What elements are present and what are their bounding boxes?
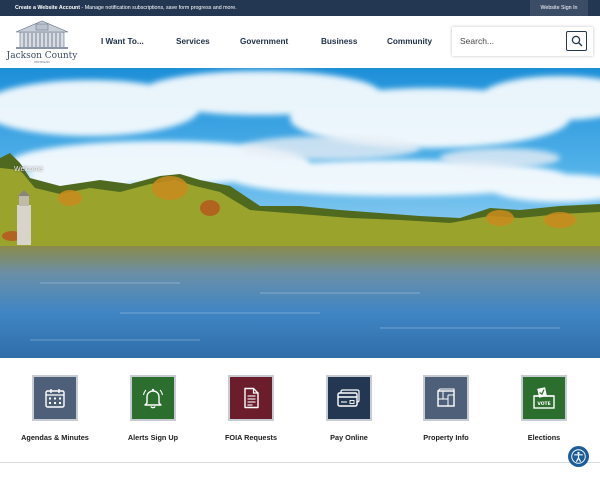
quick-link-foia-requests[interactable]: FOIA Requests bbox=[206, 375, 296, 442]
quick-link-tile bbox=[326, 375, 372, 421]
search-icon bbox=[571, 35, 582, 47]
quick-link-label: Alerts Sign Up bbox=[127, 433, 179, 442]
quick-link-tile bbox=[130, 375, 176, 421]
hero-banner: Welcome bbox=[0, 68, 600, 358]
county-logo[interactable]: Jackson County MICHIGAN bbox=[6, 18, 78, 64]
river-landscape-image bbox=[0, 68, 600, 358]
nav-government[interactable]: Government bbox=[240, 37, 288, 46]
site-header: Jackson County MICHIGAN I Want To... Ser… bbox=[0, 16, 600, 69]
quick-link-tile bbox=[228, 375, 274, 421]
quick-link-label: Agendas & Minutes bbox=[21, 433, 89, 442]
quick-links-bar: Agendas & Minutes Alerts Sign Up FOIA Re… bbox=[0, 358, 600, 463]
quick-link-tile bbox=[32, 375, 78, 421]
search-button[interactable] bbox=[566, 31, 587, 51]
quick-link-property-info[interactable]: Property Info bbox=[401, 375, 491, 442]
calendar-icon bbox=[45, 389, 65, 408]
nav-i-want-to[interactable]: I Want To... bbox=[101, 37, 144, 46]
top-utility-bar: Create a Website Account - Manage notifi… bbox=[0, 0, 600, 16]
create-account-link[interactable]: Create a Website Account bbox=[15, 5, 80, 11]
quick-link-tile bbox=[423, 375, 469, 421]
quick-link-label: FOIA Requests bbox=[224, 433, 278, 442]
nav-services[interactable]: Services bbox=[176, 37, 210, 46]
welcome-caption: Welcome bbox=[14, 166, 44, 173]
account-notice-text: - Manage notification subscriptions, sav… bbox=[80, 5, 237, 11]
document-icon bbox=[244, 387, 259, 409]
quick-link-elections[interactable]: VOTE Elections bbox=[499, 375, 589, 442]
svg-text:VOTE: VOTE bbox=[537, 401, 550, 407]
quick-link-label: Property Info bbox=[423, 433, 469, 442]
account-notice[interactable]: Create a Website Account - Manage notifi… bbox=[15, 5, 237, 11]
website-sign-in-button[interactable]: Website Sign In bbox=[530, 0, 588, 16]
quick-link-agendas-minutes[interactable]: Agendas & Minutes bbox=[10, 375, 100, 442]
ballot-box-icon: VOTE bbox=[533, 387, 555, 409]
courthouse-logo-icon: Jackson County MICHIGAN bbox=[6, 20, 78, 64]
quick-link-alerts-sign-up[interactable]: Alerts Sign Up bbox=[108, 375, 198, 442]
quick-link-pay-online[interactable]: Pay Online bbox=[304, 375, 394, 442]
search-input[interactable] bbox=[460, 33, 560, 49]
quick-link-tile: VOTE bbox=[521, 375, 567, 421]
map-icon bbox=[437, 388, 455, 407]
bell-icon bbox=[143, 388, 163, 409]
logo-tagline: MICHIGAN bbox=[34, 60, 49, 64]
nav-community[interactable]: Community bbox=[387, 37, 432, 46]
quick-link-label: Pay Online bbox=[330, 433, 368, 442]
accessibility-icon bbox=[571, 449, 586, 464]
quick-link-label: Elections bbox=[527, 433, 561, 442]
accessibility-button[interactable] bbox=[568, 446, 589, 467]
search-box bbox=[452, 27, 593, 56]
nav-business[interactable]: Business bbox=[321, 37, 357, 46]
credit-card-icon bbox=[337, 389, 360, 407]
